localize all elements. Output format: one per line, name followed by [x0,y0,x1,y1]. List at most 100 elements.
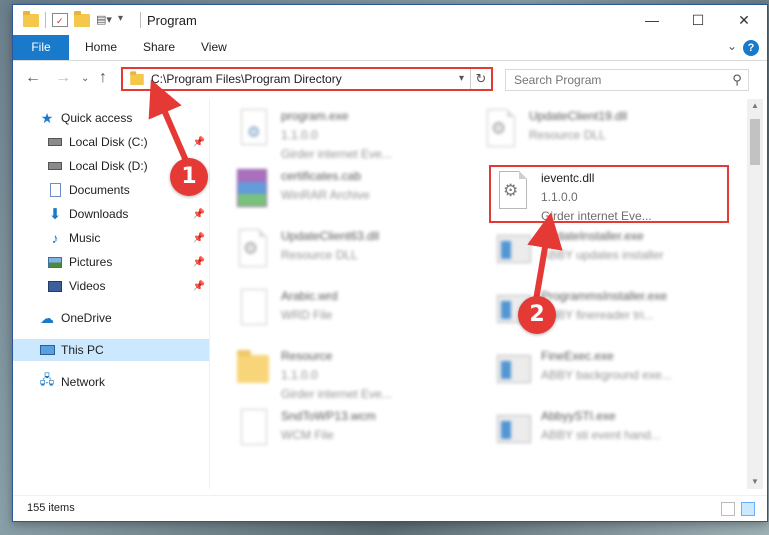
divider [45,12,46,28]
scroll-thumb[interactable] [750,119,760,165]
large-icons-view-icon[interactable] [741,502,755,516]
file-description: Girder internet Eve... [281,387,392,401]
file-description: ABBY updates installer [541,248,664,262]
quick-access-customize-icon[interactable]: ▤▾ [96,13,112,27]
sidebar-item-videos[interactable]: Videos 📌 [13,275,209,297]
sidebar-item-downloads[interactable]: ⬇ Downloads 📌 [13,203,209,225]
details-view-icon[interactable] [721,502,735,516]
file-name: program.exe [281,109,349,123]
computer-icon [39,342,55,358]
sidebar-item-label: Downloads [69,207,129,221]
file-item[interactable]: SndToWP13.wcm WCM File [233,407,469,463]
file-name: UpdateClient63.dll [281,229,380,243]
file-item[interactable]: ⚙ UpdateClient19.dll Resource DLL [481,107,717,163]
file-item[interactable]: Arabic.wrd WRD File [233,287,469,343]
music-icon: ♪ [51,230,59,246]
file-name: AbbyySTI.exe [541,409,616,423]
maximize-icon: ☐ [691,11,705,28]
sidebar-item-onedrive[interactable]: ☁ OneDrive [13,307,209,329]
sidebar-item-label: Network [61,375,106,389]
refresh-icon[interactable]: ↻ [471,71,491,87]
file-item[interactable]: FineExec.exe ABBY background exe... [493,347,729,403]
sidebar-item-music[interactable]: ♪ Music 📌 [13,227,209,249]
close-button[interactable]: ✕ [721,5,767,35]
pin-icon[interactable]: 📌 [193,257,205,268]
search-input[interactable] [506,73,726,87]
chevron-down-icon[interactable]: ▾ [453,69,471,89]
properties-icon[interactable]: ✓ [52,13,68,27]
scroll-up-icon[interactable]: ▲ [747,99,763,113]
new-folder-icon[interactable] [74,10,90,27]
file-name: FineExec.exe [541,349,614,363]
file-description: ABBY sti event hand... [541,428,661,442]
file-version: 1.1.0.0 [541,190,578,204]
pin-icon[interactable]: 📌 [193,209,205,220]
tab-view[interactable]: View [189,35,239,60]
sidebar-item-this-pc[interactable]: This PC [13,339,209,361]
tab-home[interactable]: Home [73,35,129,60]
sidebar-item-label: Local Disk (D:) [69,159,148,173]
file-name: Resource [281,349,333,363]
highlighted-file[interactable]: ⚙ ieventc.dll 1.1.0.0 Girder internet Eve.… [489,165,729,223]
dll-icon: ⚙ [233,227,273,273]
sidebar-item-label: OneDrive [61,311,112,325]
file-item[interactable]: Resource 1.1.0.0 Girder internet Eve... [233,347,469,403]
file-item[interactable]: certificates.cab WinRAR Archive [233,167,469,223]
file-name: certificates.cab [281,169,362,183]
vertical-scrollbar[interactable]: ▲ ▼ [747,99,763,489]
maximize-button[interactable]: ☐ [675,5,721,35]
search-icon[interactable]: ⚲ [726,72,748,88]
pin-icon[interactable]: 📌 [193,137,205,148]
file-name: UpdateClient19.dll [529,109,628,123]
pin-icon[interactable]: 📌 [193,233,205,244]
address-path[interactable]: C:\Program Files\Program Directory [151,72,453,86]
window-title: Program [147,12,197,28]
back-arrow-icon[interactable]: ← [25,69,41,87]
exe-icon [493,227,533,273]
collapse-ribbon-icon[interactable]: ⌄ [727,39,737,53]
close-icon: ✕ [738,11,750,28]
file-description: ABBY finereader tri... [541,308,654,322]
file-item[interactable]: ⚙ program.exe 1.1.0.0 Girder internet Eve.… [233,107,469,163]
dll-icon: ⚙ [481,107,521,153]
address-bar[interactable]: C:\Program Files\Program Directory ▾ ↻ [121,67,493,91]
file-list: ⚙ program.exe 1.1.0.0 Girder internet Eve.… [233,99,745,489]
minimize-button[interactable]: — [629,5,675,35]
sidebar-item-local-disk-c[interactable]: Local Disk (C:) 📌 [13,131,209,153]
file-item[interactable]: UpdateInstaller.exe ABBY updates installe… [493,227,729,283]
step-badge-2: 2 [518,296,556,334]
file-item[interactable]: AbbyySTI.exe ABBY sti event hand... [493,407,729,463]
file-item[interactable]: ⚙ UpdateClient63.dll Resource DLL [233,227,469,283]
sidebar-item-label: Videos [69,279,106,293]
sidebar-item-pictures[interactable]: Pictures 📌 [13,251,209,273]
file-description: ABBY background exe... [541,368,672,382]
file-name: ieventc.dll [541,171,595,185]
sidebar-item-label: Music [69,231,101,245]
scroll-down-icon[interactable]: ▼ [747,475,763,489]
tab-share[interactable]: Share [131,35,187,60]
help-icon[interactable]: ? [743,40,759,56]
drive-icon [47,158,63,174]
file-type: WCM File [281,428,334,442]
pin-icon[interactable]: 📌 [193,281,205,292]
recent-locations-icon[interactable]: ⌄ [81,73,89,84]
file-item-ieventc[interactable]: ⚙ ieventc.dll 1.1.0.0 Girder internet Eve.… [493,169,729,225]
exe-settings-icon: ⚙ [233,107,273,153]
forward-arrow-icon[interactable]: → [55,69,71,87]
search-box[interactable]: ⚲ [505,69,749,91]
chevron-down-icon[interactable]: ▾ [118,13,128,27]
sidebar-item-label: This PC [61,343,104,357]
winrar-icon [233,167,273,213]
star-icon: ★ [40,109,54,126]
file-explorer-window: ✓ ▤▾ ▾ Program — ☐ ✕ File Home Share Vie… [12,4,768,522]
sidebar-item-network[interactable]: 🖧 Network [13,371,209,393]
ribbon: File Home Share View ⌄ ? [13,35,767,61]
documents-icon [47,182,63,198]
sidebar-item-quick-access[interactable]: ★ Quick access [13,107,209,129]
up-arrow-icon[interactable]: ↑ [99,69,107,87]
sidebar-item-label: Quick access [61,111,133,125]
file-type: Resource DLL [529,128,606,142]
blank-file-icon [233,407,273,453]
step-badge-1: 1 [170,158,208,196]
tab-file[interactable]: File [13,35,69,60]
